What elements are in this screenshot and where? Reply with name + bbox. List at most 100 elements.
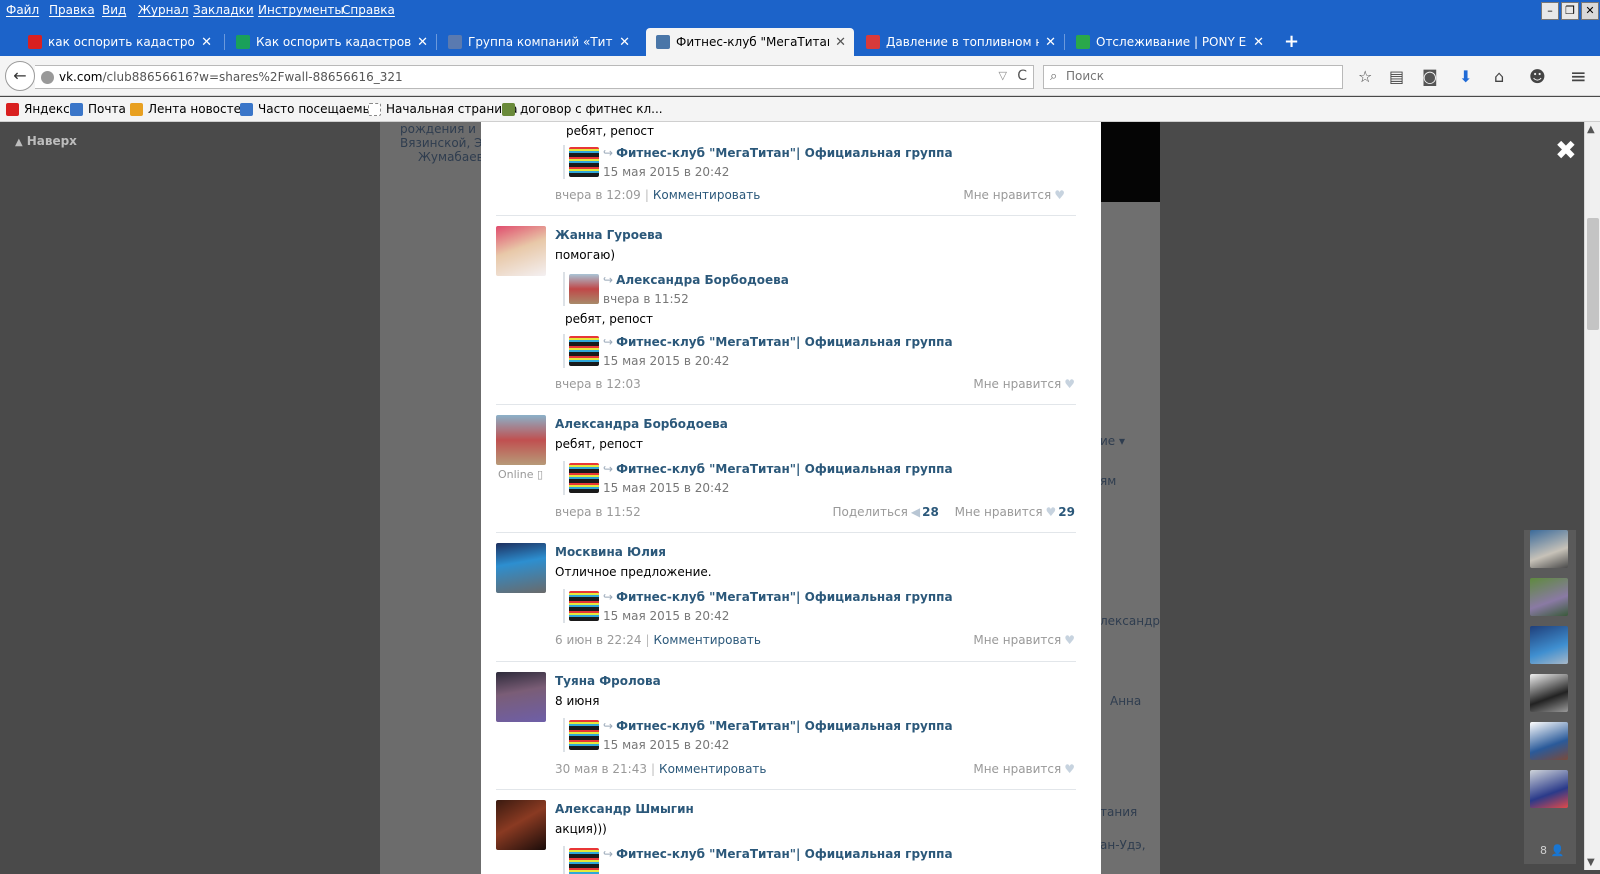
post-date[interactable]: вчера в 11:52 [555, 505, 641, 519]
restore-button[interactable]: ❐ [1561, 2, 1579, 20]
scroll-up-icon[interactable]: ▲ [1587, 124, 1595, 135]
reload-icon[interactable]: C [1017, 68, 1027, 84]
comment-link[interactable]: Комментировать [659, 762, 766, 776]
bookmark-star-icon[interactable]: ☆ [1358, 67, 1372, 86]
menu-history[interactable]: Журнал [138, 3, 189, 17]
repost-group-link[interactable]: ↪ Фитнес-клуб "МегаТитан"| Официальная гр… [603, 719, 953, 733]
repost-date[interactable]: 15 мая 2015 в 20:42 [603, 738, 729, 752]
comment-link[interactable]: Комментировать [653, 188, 760, 202]
post-author[interactable]: Александр Шмыгин [555, 802, 694, 816]
friend-avatar[interactable] [1530, 626, 1568, 664]
home-icon[interactable]: ⌂ [1494, 67, 1504, 86]
author-avatar[interactable] [569, 274, 599, 304]
online-friends-count[interactable]: 8 👤 [1540, 844, 1564, 857]
avatar[interactable] [496, 226, 546, 276]
scrollbar[interactable]: ▲ ▼ [1584, 122, 1600, 870]
avatar[interactable] [496, 415, 546, 465]
group-avatar[interactable] [569, 336, 599, 366]
new-tab-button[interactable]: + [1284, 31, 1299, 52]
post-author[interactable]: Туяна Фролова [555, 674, 661, 688]
menu-edit[interactable]: Правка [49, 3, 95, 17]
bookmark-fitness-contract[interactable]: договор с фитнес кл... [502, 102, 663, 116]
repost-date[interactable]: 15 мая 2015 в 20:42 [603, 165, 729, 179]
friend-avatar[interactable] [1530, 578, 1568, 616]
search-input[interactable] [1066, 69, 1336, 83]
close-icon[interactable]: ✕ [411, 35, 428, 50]
menu-bookmarks[interactable]: Закладки [193, 3, 254, 17]
repost-date[interactable]: вчера в 11:52 [603, 292, 689, 306]
like-button[interactable]: Мне нравится ♥ [963, 188, 1065, 202]
post-date[interactable]: 6 июн в 22:24 [555, 633, 641, 647]
group-avatar[interactable] [569, 848, 599, 874]
share-button[interactable]: Поделиться ◀ 28 [832, 505, 938, 519]
like-button[interactable]: Мне нравится ♥ [973, 762, 1075, 776]
group-avatar[interactable] [569, 147, 599, 177]
hamburger-menu-icon[interactable]: ≡ [1570, 64, 1587, 88]
scrollbar-thumb[interactable] [1587, 218, 1599, 330]
friend-avatar[interactable] [1530, 674, 1568, 712]
post-date[interactable]: вчера в 12:03 [555, 377, 641, 391]
close-icon[interactable]: ✕ [613, 35, 630, 50]
close-window-button[interactable]: ✕ [1581, 2, 1599, 20]
repost-group-link[interactable]: ↪ Фитнес-клуб "МегаТитан"| Официальная гр… [603, 847, 953, 861]
url-text[interactable]: vk.com/club88656616?w=shares%2Fwall-8865… [59, 70, 403, 84]
menu-file[interactable]: Файл [6, 3, 39, 17]
repost-author-link[interactable]: ↪ Александра Борбодоева [603, 273, 789, 287]
avatar[interactable] [496, 543, 546, 593]
bookmark-yandex[interactable]: Яндекс [6, 102, 70, 116]
close-icon[interactable]: ✕ [829, 35, 846, 50]
tab-1[interactable]: как оспорить кадастровую ... ✕ [18, 28, 220, 56]
close-icon[interactable]: ✕ [1039, 35, 1056, 50]
pocket-icon[interactable]: ◙ [1422, 67, 1438, 86]
close-icon[interactable]: ✕ [1247, 35, 1264, 50]
scroll-down-icon[interactable]: ▼ [1587, 857, 1595, 868]
post-author[interactable]: Москвина Юлия [555, 545, 666, 559]
tab-2[interactable]: Как оспорить кадастровую... ✕ [226, 28, 436, 56]
repost-group-link[interactable]: ↪ Фитнес-клуб "МегаТитан"| Официальная гр… [603, 335, 953, 349]
like-button[interactable]: Мне нравится ♥ [973, 377, 1075, 391]
like-button[interactable]: Мне нравится ♥ 29 [955, 505, 1075, 519]
scroll-to-top-button[interactable]: ▲ Наверх [15, 134, 77, 148]
avatar[interactable] [496, 672, 546, 722]
minimize-button[interactable]: – [1541, 2, 1559, 20]
repost-date[interactable]: 15 мая 2015 в 20:42 [603, 609, 729, 623]
like-button[interactable]: Мне нравится ♥ [973, 633, 1075, 647]
reading-list-icon[interactable]: ▤ [1389, 67, 1404, 86]
download-icon[interactable]: ⬇ [1459, 67, 1472, 86]
friend-avatar[interactable] [1530, 530, 1568, 568]
bookmark-most-visited[interactable]: Часто посещаемые [240, 102, 379, 116]
repost-group-link[interactable]: ↪ Фитнес-клуб "МегаТитан"| Официальная гр… [603, 462, 953, 476]
tab-3[interactable]: Группа компаний «Титан» ✕ [438, 28, 638, 56]
menu-tools[interactable]: Инструменты [258, 3, 344, 17]
url-bar[interactable]: vk.com/club88656616?w=shares%2Fwall-8865… [35, 65, 1034, 89]
friend-avatar[interactable] [1530, 722, 1568, 760]
post-author[interactable]: Александра Борбодоева [555, 417, 728, 431]
bookmark-start-page[interactable]: Начальная страница [368, 102, 518, 116]
post-author[interactable]: Жанна Гуроева [555, 228, 663, 242]
repost-group-link[interactable]: ↪ Фитнес-клуб "МегаТитан"| Официальная гр… [603, 590, 953, 604]
search-bar[interactable]: ⌕ [1043, 65, 1343, 89]
repost-group-link[interactable]: ↪ Фитнес-клуб "МегаТитан"| Официальная гр… [603, 146, 953, 160]
close-icon[interactable]: ✕ [195, 35, 212, 50]
chat-icon[interactable]: ☻ [1529, 67, 1546, 86]
bookmark-mail[interactable]: Почта [70, 102, 126, 116]
menu-help[interactable]: Справка [342, 3, 395, 17]
back-button[interactable]: ← [5, 61, 35, 91]
comment-link[interactable]: Комментировать [654, 633, 761, 647]
post-date[interactable]: 30 мая в 21:43 [555, 762, 647, 776]
tab-6[interactable]: Отслеживание | PONY EXPR... ✕ [1066, 28, 1272, 56]
group-avatar[interactable] [569, 463, 599, 493]
menu-view[interactable]: Вид [102, 3, 126, 17]
url-dropdown-icon[interactable]: ▽ [999, 69, 1007, 82]
tab-4-active[interactable]: Фитнес-клуб "МегаТитан"| ... ✕ [646, 28, 854, 56]
group-avatar[interactable] [569, 591, 599, 621]
repost-date[interactable]: 15 мая 2015 в 20:42 [603, 354, 729, 368]
group-avatar[interactable] [569, 720, 599, 750]
post-date[interactable]: вчера в 12:09 [555, 188, 641, 202]
friend-avatar[interactable] [1530, 770, 1568, 808]
tab-5[interactable]: Давление в топливном насо... ✕ [856, 28, 1064, 56]
avatar[interactable] [496, 800, 546, 850]
repost-date[interactable]: 15 мая 2015 в 20:42 [603, 481, 729, 495]
close-icon[interactable]: ✖ [1555, 136, 1577, 166]
bookmark-news-feed[interactable]: Лента новостей [130, 102, 249, 116]
